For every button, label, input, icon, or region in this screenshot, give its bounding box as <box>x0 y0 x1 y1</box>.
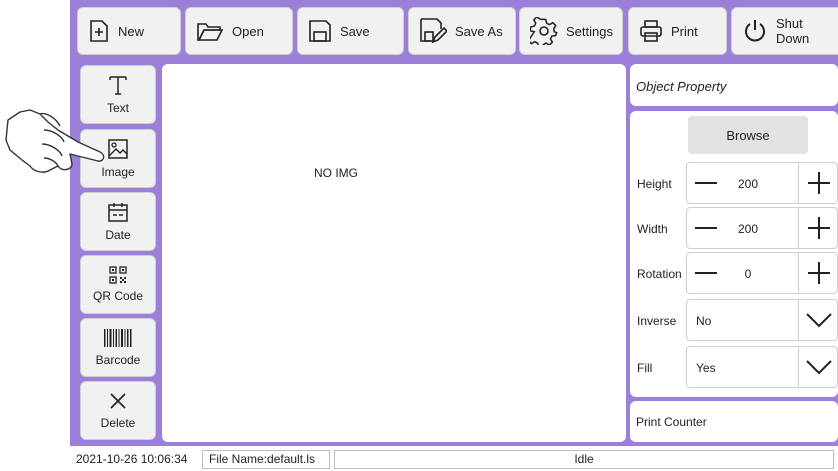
inverse-label: Inverse <box>637 314 677 328</box>
power-icon <box>745 20 765 42</box>
browse-button[interactable]: Browse <box>688 116 808 154</box>
gear-icon <box>530 17 558 45</box>
print-counter-box: Print Counter <box>630 401 838 442</box>
inverse-dropdown-button[interactable] <box>798 299 838 341</box>
date-tool-label: Date <box>105 228 131 242</box>
width-increment-button[interactable] <box>798 207 838 249</box>
status-bar: 2021-10-26 10:06:34 File Name:default.ls… <box>72 449 834 469</box>
chevron-down-icon <box>806 313 832 328</box>
plus-icon <box>808 217 830 239</box>
rotation-label: Rotation <box>637 267 682 281</box>
inverse-value: No <box>696 314 712 328</box>
delete-button[interactable]: Delete <box>80 381 156 440</box>
height-increment-button[interactable] <box>798 162 838 204</box>
new-button[interactable]: New <box>77 7 181 55</box>
browse-label: Browse <box>726 127 770 143</box>
save-button[interactable]: Save <box>297 7 404 55</box>
rotation-increment-button[interactable] <box>798 252 838 294</box>
width-label: Width <box>637 222 668 236</box>
save-as-label: Save As <box>455 23 503 39</box>
pointing-hand-icon <box>5 109 105 173</box>
barcode-tool-label: Barcode <box>95 353 141 367</box>
print-label: Print <box>671 23 698 39</box>
status-file-name: File Name:default.ls <box>202 449 330 469</box>
qr-code-icon <box>109 266 127 284</box>
floppy-disk-icon <box>309 20 331 42</box>
rotation-value[interactable]: 0 <box>720 267 776 281</box>
height-value[interactable]: 200 <box>720 177 776 191</box>
design-canvas[interactable] <box>162 64 626 442</box>
close-icon <box>110 393 126 409</box>
barcode-icon <box>104 329 132 347</box>
chevron-down-icon <box>806 360 832 375</box>
print-button[interactable]: Print <box>628 7 727 55</box>
new-label: New <box>118 23 145 39</box>
plus-icon <box>808 262 830 284</box>
qr-code-tool-button[interactable]: QR Code <box>80 255 156 314</box>
fill-label: Fill <box>637 361 653 375</box>
save-as-icon <box>420 18 447 44</box>
shut-down-button[interactable]: Shut Down <box>731 7 838 55</box>
height-label: Height <box>637 177 672 191</box>
print-counter-label: Print Counter <box>636 415 707 429</box>
settings-button[interactable]: Settings <box>519 7 623 55</box>
save-as-button[interactable]: Save As <box>408 7 516 55</box>
status-datetime: 2021-10-26 10:06:34 <box>72 449 202 469</box>
fill-dropdown-button[interactable] <box>798 346 838 388</box>
date-tool-button[interactable]: Date <box>80 192 156 251</box>
barcode-tool-button[interactable]: Barcode <box>80 318 156 377</box>
object-property-header: Object Property <box>630 64 838 106</box>
fill-value: Yes <box>696 361 716 375</box>
text-icon <box>109 76 127 95</box>
settings-label: Settings <box>566 23 613 39</box>
new-file-icon <box>90 20 108 42</box>
no-image-placeholder: NO IMG <box>314 166 358 180</box>
delete-label: Delete <box>100 416 136 430</box>
printer-icon <box>640 20 662 42</box>
qr-code-tool-label: QR Code <box>92 289 144 303</box>
object-property-title: Object Property <box>636 79 727 94</box>
open-button[interactable]: Open <box>185 7 293 55</box>
open-label: Open <box>232 23 264 39</box>
calendar-icon <box>108 203 128 222</box>
plus-icon <box>808 172 830 194</box>
folder-open-icon <box>197 23 224 41</box>
status-state: Idle <box>334 449 834 469</box>
shut-down-label: Shut Down <box>776 16 810 46</box>
width-value[interactable]: 200 <box>720 222 776 236</box>
save-label: Save <box>340 23 370 39</box>
